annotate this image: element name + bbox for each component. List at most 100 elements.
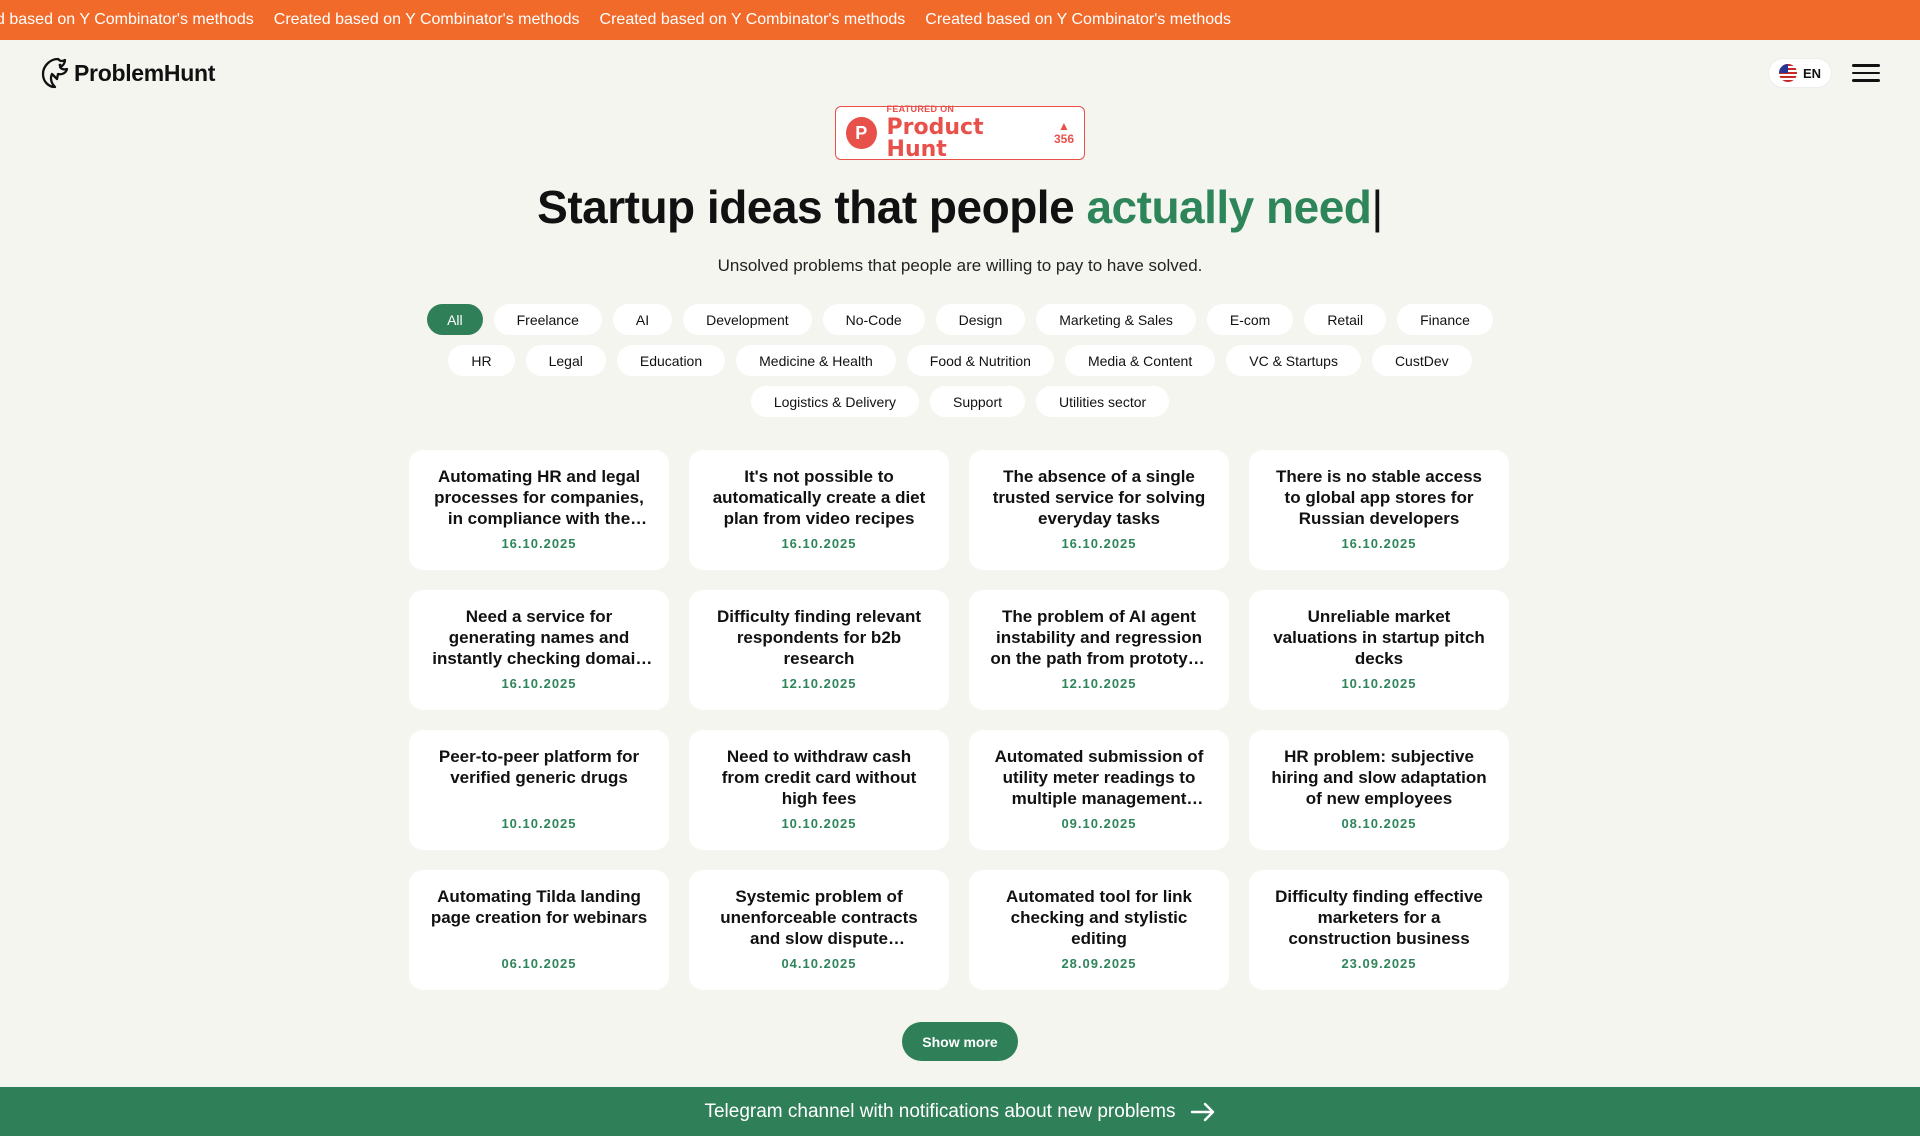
category-chip[interactable]: Support: [929, 386, 1026, 417]
problem-date: 04.10.2025: [781, 956, 857, 971]
problem-date: 06.10.2025: [501, 956, 577, 971]
category-filters: All Freelance AI Development No-Code Design Ma…: [409, 304, 1511, 417]
site-header: ProblemHunt EN: [0, 40, 1920, 106]
problem-title: Need to withdraw cash from credit card w…: [721, 747, 917, 808]
category-chip[interactable]: Marketing & Sales: [1036, 304, 1196, 335]
category-chip[interactable]: Food & Nutrition: [906, 345, 1054, 376]
problem-title: The absence of a single trusted service …: [992, 467, 1206, 528]
problem-date: 16.10.2025: [1061, 536, 1137, 551]
problem-card[interactable]: The problem of AI agent instability and …: [969, 590, 1229, 710]
problem-card[interactable]: Difficulty finding effective marketers f…: [1249, 870, 1509, 990]
problem-title: Automating Tilda landing page creation f…: [430, 887, 648, 927]
category-chip[interactable]: AI: [612, 304, 673, 335]
problem-card[interactable]: HR problem: subjective hiring and slow a…: [1249, 730, 1509, 850]
problem-title: It's not possible to automatically creat…: [712, 467, 926, 528]
hamburger-icon: [1852, 79, 1880, 82]
category-chip[interactable]: Media & Content: [1064, 345, 1216, 376]
telegram-banner[interactable]: Telegram channel with notifications abou…: [0, 1087, 1920, 1136]
problem-date: 09.10.2025: [1061, 816, 1137, 831]
category-chip[interactable]: E-com: [1206, 304, 1294, 335]
ticker-item: Created based on Y Combinator's methods: [599, 11, 906, 28]
featured-label: FEATURED ON: [886, 104, 955, 114]
category-chip[interactable]: Education: [616, 345, 726, 376]
show-more-wrapper: Show more: [0, 1022, 1920, 1061]
language-switcher[interactable]: EN: [1767, 58, 1832, 88]
hamburger-icon: [1852, 71, 1880, 75]
problem-date: 10.10.2025: [781, 816, 857, 831]
ticker-item: Created based on Y Combinator's methods: [273, 11, 580, 28]
problem-card[interactable]: The absence of a single trusted service …: [969, 450, 1229, 570]
problem-title: Unreliable market valuations in startup …: [1273, 607, 1485, 668]
problem-grid: Automating HR and legal processes for co…: [409, 450, 1511, 990]
problem-date: 16.10.2025: [1341, 536, 1417, 551]
problem-card[interactable]: Automating HR and legal processes for co…: [409, 450, 669, 570]
problemhunt-logo-icon: [41, 57, 69, 89]
logo-link[interactable]: ProblemHunt: [40, 56, 215, 90]
category-chip[interactable]: CustDev: [1371, 345, 1472, 376]
category-chip[interactable]: All: [427, 304, 483, 335]
badge-wrapper: P FEATURED ON Product Hunt ▲ 356: [0, 105, 1920, 161]
problem-card[interactable]: Unreliable market valuations in startup …: [1249, 590, 1509, 710]
category-chip[interactable]: Logistics & Delivery: [750, 386, 919, 417]
problem-date: 23.09.2025: [1341, 956, 1417, 971]
category-chip[interactable]: Design: [935, 304, 1026, 335]
problem-title: Systemic problem of unenforceable contra…: [720, 887, 918, 948]
problem-card[interactable]: Need to withdraw cash from credit card w…: [689, 730, 949, 850]
problem-date: 08.10.2025: [1341, 816, 1417, 831]
problem-title: Peer-to-peer platform for verified gener…: [438, 747, 640, 787]
problem-title: Need a service for generating names and …: [432, 607, 646, 668]
problem-title: There is no stable access to global app …: [1276, 467, 1482, 528]
page-title: Startup ideas that people actually need|: [0, 180, 1920, 234]
header-actions: EN: [1767, 58, 1880, 88]
category-chip[interactable]: Finance: [1397, 304, 1493, 335]
problem-card[interactable]: It's not possible to automatically creat…: [689, 450, 949, 570]
problem-card[interactable]: There is no stable access to global app …: [1249, 450, 1509, 570]
category-chip[interactable]: Legal: [525, 345, 606, 376]
problem-date: 10.10.2025: [1341, 676, 1417, 691]
problem-card[interactable]: Systemic problem of unenforceable contra…: [689, 870, 949, 990]
typing-cursor: |: [1371, 181, 1383, 233]
ticker-item: Created based on Y Combinator's methods: [925, 11, 1232, 28]
problem-date: 10.10.2025: [501, 816, 577, 831]
problem-date: 16.10.2025: [501, 536, 577, 551]
problem-date: 28.09.2025: [1061, 956, 1137, 971]
product-hunt-text: FEATURED ON Product Hunt: [887, 105, 1044, 161]
category-chip[interactable]: No-Code: [822, 304, 925, 335]
category-chip[interactable]: VC & Startups: [1226, 345, 1361, 376]
category-chip[interactable]: Retail: [1304, 304, 1387, 335]
category-chip[interactable]: Freelance: [493, 304, 602, 335]
problem-title: Difficulty finding relevant respondents …: [716, 607, 922, 668]
upvote-count: ▲ 356: [1053, 119, 1074, 146]
problem-card[interactable]: Peer-to-peer platform for verified gener…: [409, 730, 669, 850]
problem-date: 12.10.2025: [1061, 676, 1137, 691]
title-accent: actually need: [1086, 181, 1372, 233]
problem-card[interactable]: Automated tool for link checking and sty…: [969, 870, 1229, 990]
problem-date: 16.10.2025: [501, 676, 577, 691]
hamburger-icon: [1852, 64, 1880, 67]
problem-card[interactable]: Difficulty finding relevant respondents …: [689, 590, 949, 710]
menu-button[interactable]: [1852, 61, 1880, 85]
product-hunt-name: Product Hunt: [886, 115, 984, 162]
problem-title: Automated submission of utility meter re…: [994, 747, 1204, 808]
problem-date: 16.10.2025: [781, 536, 857, 551]
us-flag-icon: [1778, 64, 1797, 82]
category-chip[interactable]: Development: [683, 304, 812, 335]
category-chip[interactable]: Utilities sector: [1036, 386, 1170, 417]
problem-date: 12.10.2025: [781, 676, 857, 691]
logo-text: ProblemHunt: [74, 59, 216, 86]
title-main: Startup ideas that people: [537, 181, 1087, 233]
show-more-button[interactable]: Show more: [902, 1022, 1018, 1061]
product-hunt-logo-icon: P: [846, 117, 877, 149]
page-subtitle: Unsolved problems that people are willin…: [717, 256, 1203, 275]
problem-title: Automated tool for link checking and sty…: [1005, 887, 1193, 948]
category-chip[interactable]: Medicine & Health: [736, 345, 896, 376]
category-chip[interactable]: HR: [448, 345, 515, 376]
problem-card[interactable]: Need a service for generating names and …: [409, 590, 669, 710]
problem-title: Automating HR and legal processes for co…: [434, 467, 644, 528]
vote-count: 356: [1053, 132, 1074, 146]
problem-card[interactable]: Automated submission of utility meter re…: [969, 730, 1229, 850]
product-hunt-badge[interactable]: P FEATURED ON Product Hunt ▲ 356: [835, 105, 1085, 161]
telegram-banner-label: Telegram channel with notifications abou…: [704, 1100, 1176, 1122]
problem-card[interactable]: Automating Tilda landing page creation f…: [409, 870, 669, 990]
ticker-track: Created based on Y Combinator's methods …: [0, 11, 1251, 29]
